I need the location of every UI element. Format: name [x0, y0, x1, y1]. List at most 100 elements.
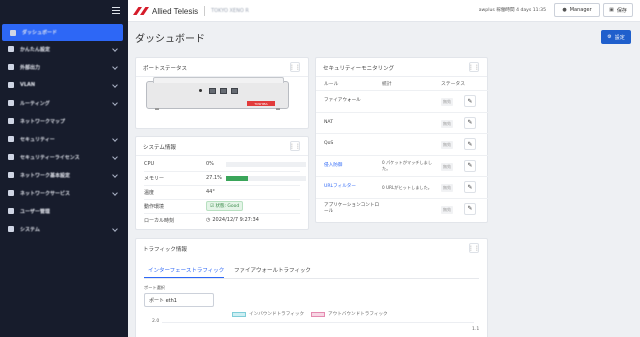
sidebar-item[interactable]: セキュリティー — [0, 132, 128, 146]
sidebar-item[interactable]: システム — [0, 222, 128, 236]
nav-icon — [8, 226, 14, 232]
port-select[interactable]: ポート eth1 — [144, 293, 214, 307]
settings-button[interactable]: ⚙ 設定 — [601, 30, 631, 44]
sidebar-item[interactable]: 外部出力 — [0, 60, 128, 74]
nav-icon — [8, 154, 14, 160]
usage-bar-fill — [226, 175, 248, 181]
rule-name[interactable]: URLフィルター — [324, 177, 380, 198]
edit-icon[interactable]: ✎ — [464, 138, 476, 150]
drag-handle-icon[interactable]: ⋮⋮ — [468, 243, 480, 253]
tab-firewall-traffic[interactable]: ファイアウォールトラフィック — [234, 266, 311, 274]
system-info-row: ローカル時刻 ◷ 2024/12/7 9:27:34 — [144, 214, 259, 226]
chart-gridline — [162, 322, 474, 323]
chevron-down-icon — [112, 154, 118, 160]
port-3[interactable] — [231, 88, 238, 94]
drag-handle-icon[interactable]: ⋮⋮ — [468, 62, 480, 72]
nav-icon — [8, 118, 14, 124]
sidebar-item[interactable]: ネットワーク基本設定 — [0, 168, 128, 182]
divider — [316, 76, 487, 77]
sidebar-item[interactable]: ネットワークマップ — [0, 114, 128, 128]
device-foot — [155, 108, 159, 110]
rule-stats — [382, 134, 438, 155]
top-header: Allied Telesis TOKYO XENO R awplus 稼働時間 … — [128, 0, 640, 22]
legend-outbound[interactable]: アウトバウンドトラフィック — [311, 311, 388, 317]
rule-name: QoS — [324, 141, 334, 147]
row-label: CPU — [144, 161, 155, 167]
device-tag: TOSHIBA — [247, 101, 275, 106]
column-header-stats: 統計 — [382, 82, 392, 87]
edit-icon[interactable]: ✎ — [464, 95, 476, 107]
logo-text: Allied Telesis — [152, 6, 199, 16]
save-button[interactable]: ▣ 保存 — [603, 3, 633, 17]
table-row: QoS 無効 ✎ — [316, 133, 489, 154]
rule-name[interactable]: 侵入防御 — [324, 156, 380, 177]
edit-icon[interactable]: ✎ — [464, 202, 476, 215]
rule-stats — [382, 113, 438, 134]
tab-interface-traffic[interactable]: インターフェーストラフィック — [148, 266, 224, 274]
sidebar-item[interactable]: ルーティング — [0, 96, 128, 110]
sidebar-item[interactable]: セキュリティーライセンス — [0, 150, 128, 164]
sidebar-item-label: システム — [20, 226, 40, 233]
usage-bar — [226, 161, 306, 167]
drag-handle-icon[interactable]: ⋮⋮ — [289, 62, 301, 72]
divider — [204, 6, 206, 16]
table-row: NAT 無効 ✎ — [316, 111, 489, 134]
sidebar-item[interactable]: VLAN — [0, 78, 128, 92]
legend-inbound[interactable]: インバウンドトラフィック — [232, 311, 304, 317]
edit-icon[interactable]: ✎ — [464, 116, 476, 129]
nav-icon — [8, 46, 14, 52]
traffic-info-card: トラフィック情報 ⋮⋮ インターフェーストラフィック ファイアウォールトラフィッ… — [135, 238, 488, 337]
status-badge: 無効 — [441, 184, 453, 192]
manager-label: Manager — [569, 7, 592, 13]
chevron-down-icon — [112, 82, 118, 88]
sidebar-item-label: ネットワーク基本設定 — [20, 172, 71, 179]
system-info-row: CPU 0% — [144, 158, 306, 170]
edit-icon[interactable]: ✎ — [464, 159, 476, 172]
save-icon: ▣ — [609, 7, 614, 13]
nav-icon — [8, 64, 14, 70]
port-1[interactable] — [209, 88, 216, 94]
chevron-down-icon — [112, 172, 118, 178]
nav-icon — [8, 82, 14, 88]
user-icon: ● — [562, 7, 567, 13]
drag-handle-icon[interactable]: ⋮⋮ — [289, 141, 301, 151]
sidebar-item[interactable]: ダッシュボード — [2, 24, 123, 41]
rule-name: アプリケーションコントロール — [324, 202, 380, 214]
port-2[interactable] — [220, 88, 227, 94]
edit-icon[interactable]: ✎ — [464, 181, 476, 193]
table-row: アプリケーションコントロール 無効 ✎ — [316, 197, 489, 220]
chevron-down-icon — [112, 46, 118, 52]
table-row: URLフィルター 0 URLがヒットしました。 無効 ✎ — [316, 176, 489, 197]
manager-button[interactable]: ● Manager — [554, 3, 600, 17]
row-value: ◷ 2024/12/7 9:27:34 — [206, 217, 259, 223]
sidebar-item-label: ダッシュボード — [22, 30, 58, 36]
sidebar-item-label: かんたん設定 — [20, 46, 51, 53]
user-uptime-info: awplus 稼働時間 4 days 11:35 — [478, 8, 546, 13]
gear-icon: ⚙ — [607, 34, 612, 40]
row-value: 44° — [206, 189, 215, 195]
y-axis-right-label: 1.1 — [472, 327, 480, 332]
sidebar-item-label: セキュリティーライセンス — [20, 154, 80, 161]
rule-stats — [382, 199, 438, 220]
settings-label: 設定 — [614, 34, 625, 41]
sidebar-top — [0, 0, 128, 22]
save-label: 保存 — [616, 7, 627, 14]
power-led — [199, 89, 202, 92]
sidebar-item[interactable]: かんたん設定 — [0, 42, 128, 56]
port-status-card: ポートステータス ⋮⋮ TOSHIBA — [135, 57, 309, 129]
page-title: ダッシュボード — [135, 34, 205, 45]
divider — [136, 155, 308, 156]
sidebar-item-label: VLAN — [20, 82, 36, 88]
chevron-down-icon — [112, 226, 118, 232]
system-info-row: メモリー 27.1% — [144, 172, 306, 184]
sidebar-item[interactable]: ネットワークサービス — [0, 186, 128, 200]
row-label: 動作環境 — [144, 203, 165, 210]
sidebar-item[interactable]: ユーザー管理 — [0, 204, 128, 218]
row-label: 温度 — [144, 189, 155, 196]
usage-bar — [226, 175, 306, 181]
menu-icon[interactable] — [112, 7, 120, 14]
status-badge: 無効 — [441, 162, 453, 171]
active-tab-indicator — [144, 277, 224, 278]
nav-icon — [10, 29, 16, 36]
nav-icon — [8, 100, 14, 106]
